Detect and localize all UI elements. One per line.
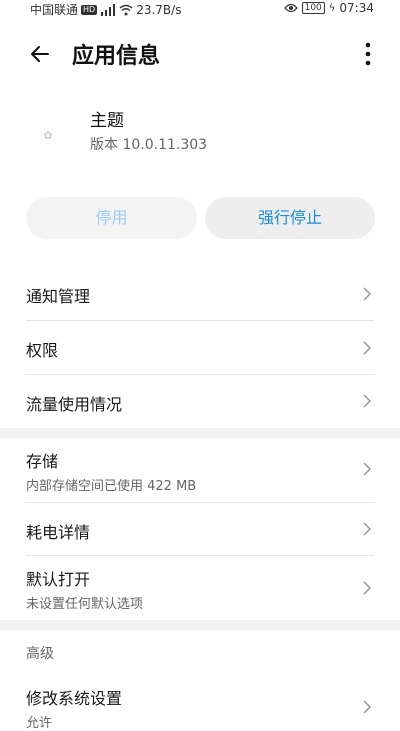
list-item-permissions[interactable]: 权限 [0,321,400,374]
carrier-label: 中国联通 [30,3,79,17]
item-title: 通知管理 [26,287,91,306]
charging-icon: ϟ [328,2,336,14]
list-item-battery-details[interactable]: 耗电详情 [0,503,400,555]
status-bar: 中国联通 HD 23.7B/s 100 ϟ 07:34 [0,0,400,18]
chevron-right-icon [363,287,372,301]
item-subtitle: 允许 [26,716,53,731]
chevron-right-icon [363,522,372,536]
item-title: 耗电详情 [26,523,91,542]
section-header-advanced: 高级 [26,646,54,662]
list-item-open-by-default[interactable]: 默认打开 未设置任何默认选项 [0,556,400,620]
chevron-right-icon [363,581,372,595]
app-info: ✿ 主题 版本 10.0.11.303 [0,104,400,160]
item-title: 默认打开 [26,570,91,589]
list-item-data-usage[interactable]: 流量使用情况 [0,375,400,427]
clock: 07:34 [339,1,374,15]
chevron-right-icon [363,394,372,408]
eye-icon [283,3,298,13]
app-bar: 应用信息 [0,36,400,70]
app-name: 主题 [90,111,124,131]
chevron-right-icon [363,341,372,355]
app-icon: ✿ [43,129,53,142]
section-separator [0,428,400,438]
chevron-right-icon [363,462,372,476]
disable-button[interactable]: 停用 [26,197,197,239]
item-title: 存储 [26,452,59,471]
battery-icon: 100 [301,2,325,14]
signal-icon [101,3,116,16]
hd-icon: HD [81,4,98,15]
more-options-icon[interactable] [358,40,378,68]
force-stop-button[interactable]: 强行停止 [205,197,375,239]
item-title: 权限 [26,341,59,360]
app-version: 版本 10.0.11.303 [90,137,208,153]
item-title: 流量使用情况 [26,395,123,414]
item-title: 修改系统设置 [26,689,123,708]
section-separator [0,620,400,630]
chevron-right-icon [363,700,372,714]
item-subtitle: 未设置任何默认选项 [26,597,144,612]
list-item-modify-system-settings[interactable]: 修改系统设置 允许 [0,676,400,731]
wifi-icon [119,4,133,15]
item-subtitle: 内部存储空间已使用 422 MB [26,479,197,494]
back-arrow-icon[interactable] [28,42,52,66]
list-item-notification-management[interactable]: 通知管理 [0,268,400,321]
net-speed: 23.7B/s [136,2,182,17]
list-item-storage[interactable]: 存储 内部存储空间已使用 422 MB [0,438,400,502]
page-title: 应用信息 [72,44,161,69]
